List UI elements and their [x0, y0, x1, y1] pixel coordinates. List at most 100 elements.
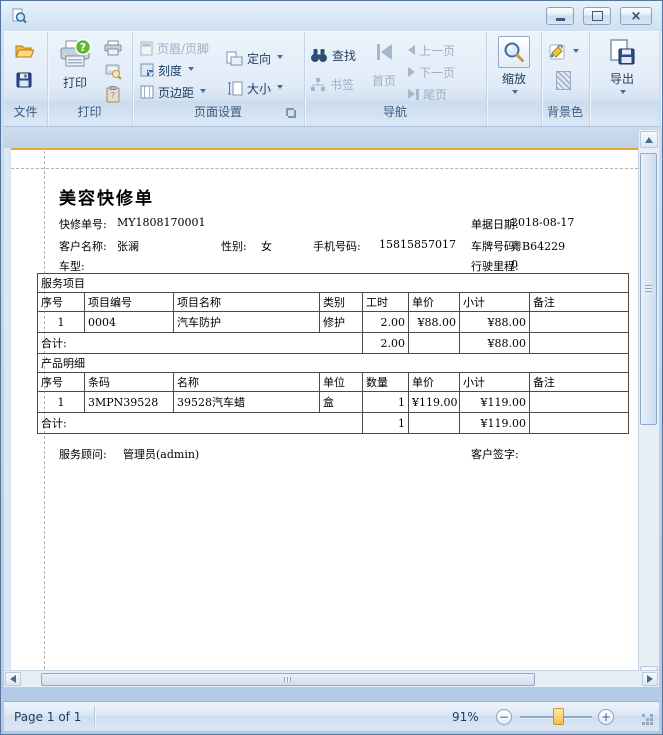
header-footer-button[interactable]: 页眉/页脚: [138, 38, 211, 58]
cell-barcode: 3MPN39528: [85, 392, 174, 413]
cell-subtotal: ¥119.00: [460, 392, 530, 413]
prev-page-button[interactable]: 上一页: [406, 40, 457, 60]
total-remark: [530, 333, 629, 354]
chevron-down-icon: [620, 90, 626, 97]
print-button[interactable]: ? 打印: [52, 36, 98, 102]
repair-order-document: 美容快修单 快修单号: MY1808170001 单据日期: 2018-08-1…: [11, 148, 638, 684]
page-size-icon: [226, 81, 243, 96]
header-footer-icon: [140, 41, 153, 56]
col-header: 序号: [38, 293, 85, 312]
next-page-label: 下一页: [419, 64, 455, 81]
sitemap-icon: [310, 77, 326, 92]
svg-text:?: ?: [111, 91, 115, 100]
scale-icon: [140, 63, 154, 77]
resize-grip[interactable]: [642, 714, 654, 726]
background-color-button[interactable]: [545, 42, 581, 62]
prev-page-label: 上一页: [419, 42, 455, 59]
total-subtotal: ¥88.00: [460, 333, 530, 354]
cell-name: 39528汽车蜡: [174, 392, 320, 413]
cell-price: ¥88.00: [409, 312, 460, 333]
prev-page-icon: [408, 45, 415, 55]
cell-hours: 2.00: [363, 312, 409, 333]
close-button[interactable]: ×: [620, 7, 652, 25]
margins-label: 页边距: [158, 84, 194, 101]
ribbon-group-navigation: 查找 书签 首页 上一页 下一页: [304, 32, 487, 126]
watermark-button[interactable]: [551, 68, 575, 92]
chevron-down-icon: [573, 49, 579, 56]
vertical-scroll-thumb[interactable]: [640, 153, 657, 425]
arrow-right-icon: [647, 675, 653, 683]
zoom-button-label: 缩放: [502, 70, 526, 87]
export-button[interactable]: 导出: [599, 36, 645, 102]
zoom-slider-thumb[interactable]: [553, 708, 564, 725]
print-preview-icon: [11, 8, 27, 24]
group-label-page-setup: 页面设置: [132, 103, 304, 120]
page-setup-dialog-launcher[interactable]: [286, 108, 296, 118]
col-header: 小计: [460, 293, 530, 312]
last-page-label: 尾页: [423, 86, 447, 103]
chevron-down-icon: [277, 55, 283, 62]
zoom-in-button[interactable]: +: [598, 709, 614, 725]
scroll-left-button[interactable]: [5, 672, 21, 686]
scroll-up-button[interactable]: [640, 131, 658, 148]
page-size-label: 大小: [247, 80, 271, 97]
group-label-file: 文件: [4, 103, 47, 120]
zoom-out-button[interactable]: −: [496, 709, 512, 725]
col-header: 条码: [85, 373, 174, 392]
binoculars-icon: [310, 48, 328, 63]
maximize-button[interactable]: [583, 7, 611, 25]
ribbon-group-background: 背景色: [541, 32, 590, 126]
col-header: 备注: [530, 293, 629, 312]
orientation-button[interactable]: 定向: [224, 48, 285, 68]
group-label-navigation: 导航: [304, 103, 486, 120]
cell-name: 汽车防护: [174, 312, 320, 333]
clipboard-icon: ?: [106, 86, 120, 103]
horizontal-scroll-thumb[interactable]: [41, 673, 535, 686]
last-page-button[interactable]: 尾页: [406, 84, 449, 104]
table-total-row: 合计: 2.00 ¥88.00: [38, 333, 629, 354]
col-header: 类别: [320, 293, 363, 312]
col-header: 序号: [38, 373, 85, 392]
margins-icon: [140, 85, 154, 99]
date-value: 2018-08-17: [511, 216, 574, 229]
ribbon-group-page-setup: 页眉/页脚 刻度 页边距: [132, 32, 305, 126]
vertical-scrollbar[interactable]: [638, 130, 659, 684]
horizontal-scrollbar[interactable]: [4, 670, 659, 687]
statusbar-separator: [94, 706, 95, 727]
print-settings-button[interactable]: [101, 59, 125, 83]
ribbon: 文件 ? 打印: [4, 31, 659, 127]
next-page-button[interactable]: 下一页: [406, 62, 457, 82]
print-preview-window: × 文件: [0, 0, 663, 735]
titlebar[interactable]: ×: [1, 1, 662, 31]
arrow-left-icon: [10, 675, 16, 683]
first-page-button[interactable]: 首页: [368, 36, 400, 98]
chevron-down-icon: [512, 90, 518, 97]
order-no-label: 快修单号:: [59, 216, 107, 232]
gender-label: 性别:: [221, 238, 247, 254]
cell-code: 0004: [85, 312, 174, 333]
total-hours: 2.00: [363, 333, 409, 354]
scroll-right-button[interactable]: [642, 672, 658, 686]
find-button[interactable]: 查找: [308, 45, 358, 65]
total-qty: 1: [363, 413, 409, 434]
next-page-icon: [408, 67, 415, 77]
printer-icon: ?: [58, 38, 92, 72]
arrow-up-icon: [645, 137, 653, 143]
save-button[interactable]: [12, 68, 36, 92]
margins-button[interactable]: 页边距: [138, 82, 208, 102]
open-button[interactable]: [12, 38, 36, 62]
scale-button[interactable]: 刻度: [138, 60, 196, 80]
bookmark-button[interactable]: 书签: [308, 74, 356, 94]
col-header: 工时: [363, 293, 409, 312]
ribbon-group-file: 文件: [4, 32, 48, 126]
table-total-row: 合计: 1 ¥119.00: [38, 413, 629, 434]
zoom-percent: 91%: [452, 710, 479, 724]
last-page-icon: [408, 89, 419, 100]
page-info: Page 1 of 1: [14, 710, 81, 724]
page-size-button[interactable]: 大小: [224, 78, 285, 98]
table-row: 1 0004 汽车防护 修护 2.00 ¥88.00 ¥88.00: [38, 312, 629, 333]
quick-print-button[interactable]: [101, 36, 125, 60]
paint-bucket-icon: [547, 42, 567, 62]
minimize-button[interactable]: [546, 7, 574, 25]
zoom-button[interactable]: 缩放: [491, 36, 537, 102]
